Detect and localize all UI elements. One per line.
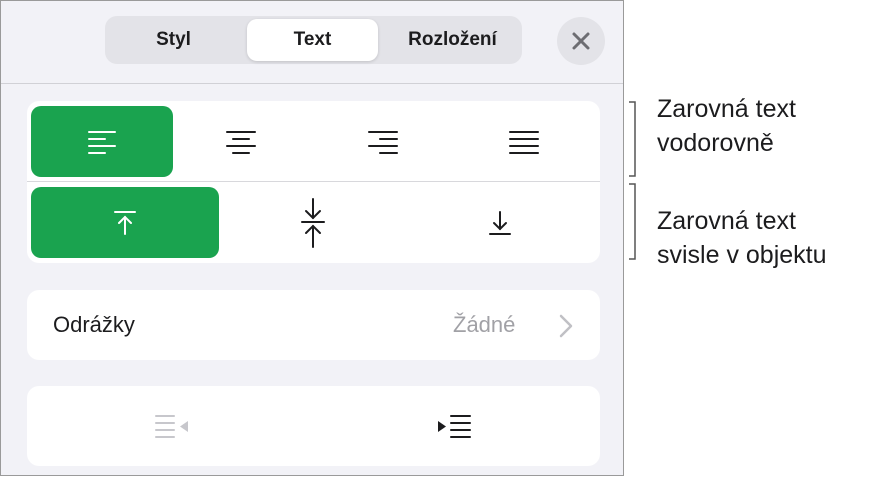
tab-text[interactable]: Text [247,19,378,61]
bullets-label: Odrážky [53,312,135,337]
align-right-button[interactable] [319,106,447,177]
close-button[interactable] [557,17,605,65]
align-middle-button[interactable] [227,187,399,258]
annotation-vertical-line2: svisle v objektu [657,241,827,269]
increase-indent-icon [438,415,471,438]
decrease-indent-button[interactable] [107,394,237,458]
justify-button[interactable] [459,106,589,177]
align-right-icon [368,130,398,154]
callout-bracket-vertical [629,183,636,260]
indent-card [27,386,600,466]
close-icon [572,32,590,50]
align-center-button[interactable] [177,106,305,177]
decrease-indent-icon [155,415,188,438]
tab-bar: Styl Text Rozložení [105,16,522,64]
justify-icon [509,130,539,154]
tab-styl[interactable]: Styl [108,19,239,61]
align-middle-icon [301,197,325,248]
align-center-icon [226,130,256,154]
align-left-icon [88,130,116,154]
annotation-vertical-line1: Zarovná text [657,207,796,235]
align-bottom-button[interactable] [407,187,593,258]
alignment-card [27,101,600,263]
header-divider [1,83,623,84]
chevron-right-icon [559,314,573,338]
alignment-row-divider [27,181,600,182]
align-top-button[interactable] [31,187,219,258]
format-panel: Styl Text Rozložení Odrážky Žádné [0,0,624,476]
annotation-horizontal-line1: Zarovná text [657,95,796,123]
bullets-row[interactable]: Odrážky Žádné [27,290,600,360]
tab-rozlozeni[interactable]: Rozložení [386,19,519,61]
bullets-value: Žádné [453,312,516,337]
align-left-button[interactable] [31,106,173,177]
increase-indent-button[interactable] [389,394,519,458]
align-bottom-icon [489,210,511,235]
align-top-icon [114,210,136,235]
annotation-horizontal-line2: vodorovně [657,129,774,157]
